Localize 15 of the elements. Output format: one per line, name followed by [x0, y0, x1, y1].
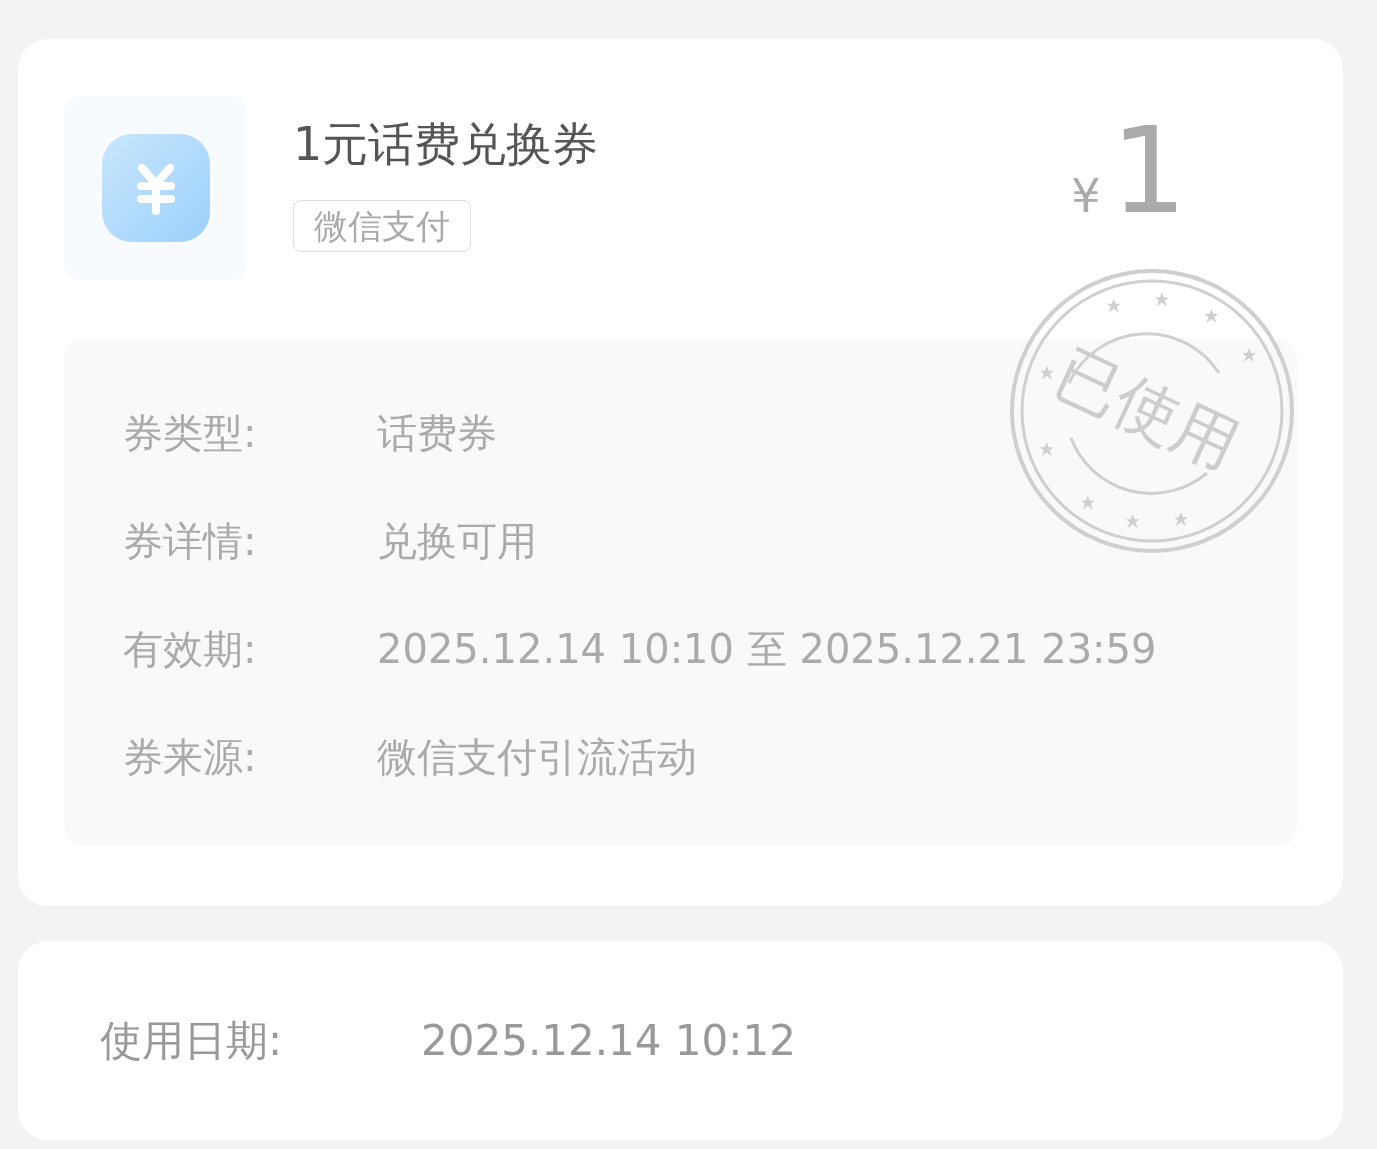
coupon-amount: 1	[1110, 116, 1187, 226]
usage-date: 2025.12.14 10:12	[421, 1016, 796, 1065]
payment-tag: 微信支付	[293, 200, 471, 252]
detail-label: 券类型:	[123, 408, 258, 458]
detail-label: 券来源:	[123, 732, 258, 782]
detail-value: 兑换可用	[377, 516, 537, 566]
detail-label: 有效期:	[123, 624, 258, 674]
yen-icon	[101, 134, 210, 242]
detail-value: 2025.12.14 10:10 至 2025.12.21 23:59	[377, 624, 1157, 674]
currency-symbol: ¥	[1071, 169, 1101, 223]
usage-label: 使用日期:	[100, 1014, 284, 1067]
detail-value: 话费券	[377, 408, 497, 458]
detail-label: 券详情:	[123, 516, 258, 566]
detail-value: 微信支付引流活动	[377, 732, 697, 782]
coupon-title: 1元话费兑换券	[293, 116, 599, 173]
